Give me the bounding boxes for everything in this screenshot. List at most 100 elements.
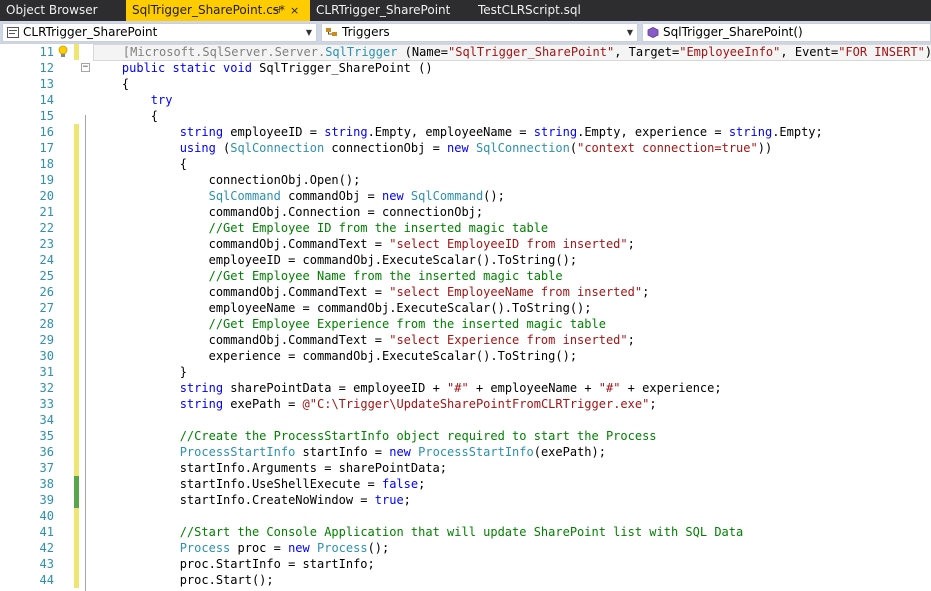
code-line[interactable]: 30 experience = commandObj.ExecuteScalar… [0,348,931,364]
code-token: )] [925,45,931,59]
code-editor[interactable]: 11 [Microsoft.SqlServer.Server.SqlTrigge… [0,44,931,591]
code-line[interactable]: 17 using (SqlConnection connectionObj = … [0,140,931,156]
code-line[interactable]: 22 //Get Employee ID from the inserted m… [0,220,931,236]
code-text[interactable]: } [93,364,187,380]
pin-tab-icon[interactable]: ⊣ [272,0,281,21]
code-token: exePath = [223,397,303,411]
code-line[interactable]: 35 //Create the ProcessStartInfo object … [0,428,931,444]
code-text[interactable]: ProcessStartInfo startInfo = new Process… [93,444,606,460]
code-line[interactable]: 31 } [0,364,931,380]
code-text[interactable]: using (SqlConnection connectionObj = new… [93,140,772,156]
navigation-bar: CLRTrigger_SharePoint ▼ Triggers ▼ SqlTr… [0,21,931,44]
code-text[interactable]: //Get Employee Name from the inserted ma… [93,268,563,284]
code-token: new [447,141,469,155]
code-text[interactable]: proc.StartInfo = startInfo; [93,556,375,572]
code-line[interactable]: 24 employeeID = commandObj.ExecuteScalar… [0,252,931,268]
tab-testclrscript-sql[interactable]: TestCLRScript.sql [472,0,616,21]
tab-sqltrigger-sharepoint-cs[interactable]: SqlTrigger_SharePoint.cs* ⊣ × [126,0,310,21]
code-line[interactable]: 42 Process proc = new Process(); [0,540,931,556]
code-line[interactable]: 18 { [0,156,931,172]
unsaved-change-marker [74,556,79,572]
tab-object-browser[interactable]: Object Browser [0,0,126,21]
unsaved-change-marker [74,124,79,140]
code-line[interactable]: 11 [Microsoft.SqlServer.Server.SqlTrigge… [0,44,931,61]
project-dropdown[interactable]: CLRTrigger_SharePoint ▼ [2,23,317,42]
type-dropdown[interactable]: Triggers ▼ [321,23,638,42]
line-number: 33 [39,397,54,411]
code-line[interactable]: 33 string exePath = @"C:\Trigger\UpdateS… [0,396,931,412]
line-number: 30 [39,349,54,363]
code-text[interactable]: //Start the Console Application that wil… [93,524,744,540]
code-text[interactable]: employeeID = commandObj.ExecuteScalar().… [93,252,577,268]
tab-label: SqlTrigger_SharePoint.cs* [132,3,286,17]
line-number: 26 [39,285,54,299]
code-line[interactable]: 39 startInfo.CreateNoWindow = true; [0,492,931,508]
code-text[interactable]: //Get Employee Experience from the inser… [93,316,606,332]
code-text[interactable]: connectionObj.Open(); [93,172,361,188]
code-line[interactable]: 32 string sharePointData = employeeID + … [0,380,931,396]
code-line[interactable]: 44 proc.Start(); [0,572,931,588]
code-token: .Empty; [772,125,823,139]
code-text[interactable]: { [93,108,158,124]
code-text[interactable]: { [93,156,187,172]
code-text[interactable]: Process proc = new Process(); [93,540,390,556]
code-line[interactable]: 21 commandObj.Connection = connectionObj… [0,204,931,220]
code-text[interactable]: //Create the ProcessStartInfo object req… [93,428,657,444]
code-line[interactable]: 40 [0,508,931,524]
code-line[interactable]: 34 [0,412,931,428]
close-tab-icon[interactable]: × [290,0,299,21]
code-text[interactable]: commandObj.CommandText = "select Employe… [93,236,635,252]
member-dropdown[interactable]: SqlTrigger_SharePoint() [642,23,931,42]
code-line[interactable]: 28 //Get Employee Experience from the in… [0,316,931,332]
code-text[interactable]: string employeeID = string.Empty, employ… [93,124,823,140]
code-text[interactable]: { [93,76,129,92]
code-text[interactable]: public static void SqlTrigger_SharePoint… [93,60,433,76]
code-text[interactable]: string sharePointData = employeeID + "#"… [93,380,722,396]
code-token: proc.Start(); [93,573,274,587]
code-text[interactable]: commandObj.CommandText = "select Experie… [93,332,635,348]
code-line[interactable]: 13 { [0,76,931,92]
code-line[interactable]: 27 employeeName = commandObj.ExecuteScal… [0,300,931,316]
unsaved-change-marker [74,364,79,380]
code-line[interactable]: 23 commandObj.CommandText = "select Empl… [0,236,931,252]
tab-clrtrigger-sharepoint[interactable]: CLRTrigger_SharePoint [310,0,472,21]
code-text[interactable]: SqlCommand commandObj = new SqlCommand()… [93,188,505,204]
collapse-icon[interactable]: − [81,63,90,72]
code-line[interactable]: 41 //Start the Console Application that … [0,524,931,540]
code-text[interactable]: try [93,92,173,108]
code-line[interactable]: 25 //Get Employee Name from the inserted… [0,268,931,284]
code-line[interactable]: 16 string employeeID = string.Empty, emp… [0,124,931,140]
code-text[interactable]: startInfo.CreateNoWindow = true; [93,492,411,508]
code-token: , Target= [614,45,680,59]
code-token: new [389,445,411,459]
code-text[interactable]: proc.Start(); [93,572,274,588]
code-line[interactable]: 26 commandObj.CommandText = "select Empl… [0,284,931,300]
code-text[interactable]: employeeName = commandObj.ExecuteScalar(… [93,300,592,316]
code-line[interactable]: 36 ProcessStartInfo startInfo = new Proc… [0,444,931,460]
code-text[interactable]: startInfo.Arguments = sharePointData; [93,460,447,476]
lightbulb-icon[interactable] [58,45,68,59]
code-text[interactable]: commandObj.CommandText = "select Employe… [93,284,650,300]
code-line[interactable]: 12 − public static void SqlTrigger_ShareP… [0,60,931,76]
code-line[interactable]: 15 { [0,108,931,124]
code-line[interactable]: 37 startInfo.Arguments = sharePointData; [0,460,931,476]
code-line[interactable]: 14 try [0,92,931,108]
code-text[interactable]: experience = commandObj.ExecuteScalar().… [93,348,577,364]
document-tab-strip: Object Browser SqlTrigger_SharePoint.cs*… [0,0,931,21]
code-text[interactable]: [Microsoft.SqlServer.Server.SqlTrigger (… [93,44,931,61]
code-line[interactable]: 29 commandObj.CommandText = "select Expe… [0,332,931,348]
tab-label: Object Browser [6,3,98,17]
code-text[interactable]: //Get Employee ID from the inserted magi… [93,220,549,236]
code-text[interactable]: string exePath = @"C:\Trigger\UpdateShar… [93,396,657,412]
line-number: 11 [39,45,54,59]
code-line[interactable]: 43 proc.StartInfo = startInfo; [0,556,931,572]
code-text[interactable]: commandObj.Connection = connectionObj; [93,204,484,220]
code-token: public static void [121,61,252,75]
type-dropdown-value: Triggers [342,25,390,39]
code-line[interactable]: 19 connectionObj.Open(); [0,172,931,188]
code-text[interactable]: startInfo.UseShellExecute = false; [93,476,426,492]
code-line[interactable]: 38 startInfo.UseShellExecute = false; [0,476,931,492]
code-line[interactable]: 20 SqlCommand commandObj = new SqlComman… [0,188,931,204]
tab-label: CLRTrigger_SharePoint [316,3,451,17]
